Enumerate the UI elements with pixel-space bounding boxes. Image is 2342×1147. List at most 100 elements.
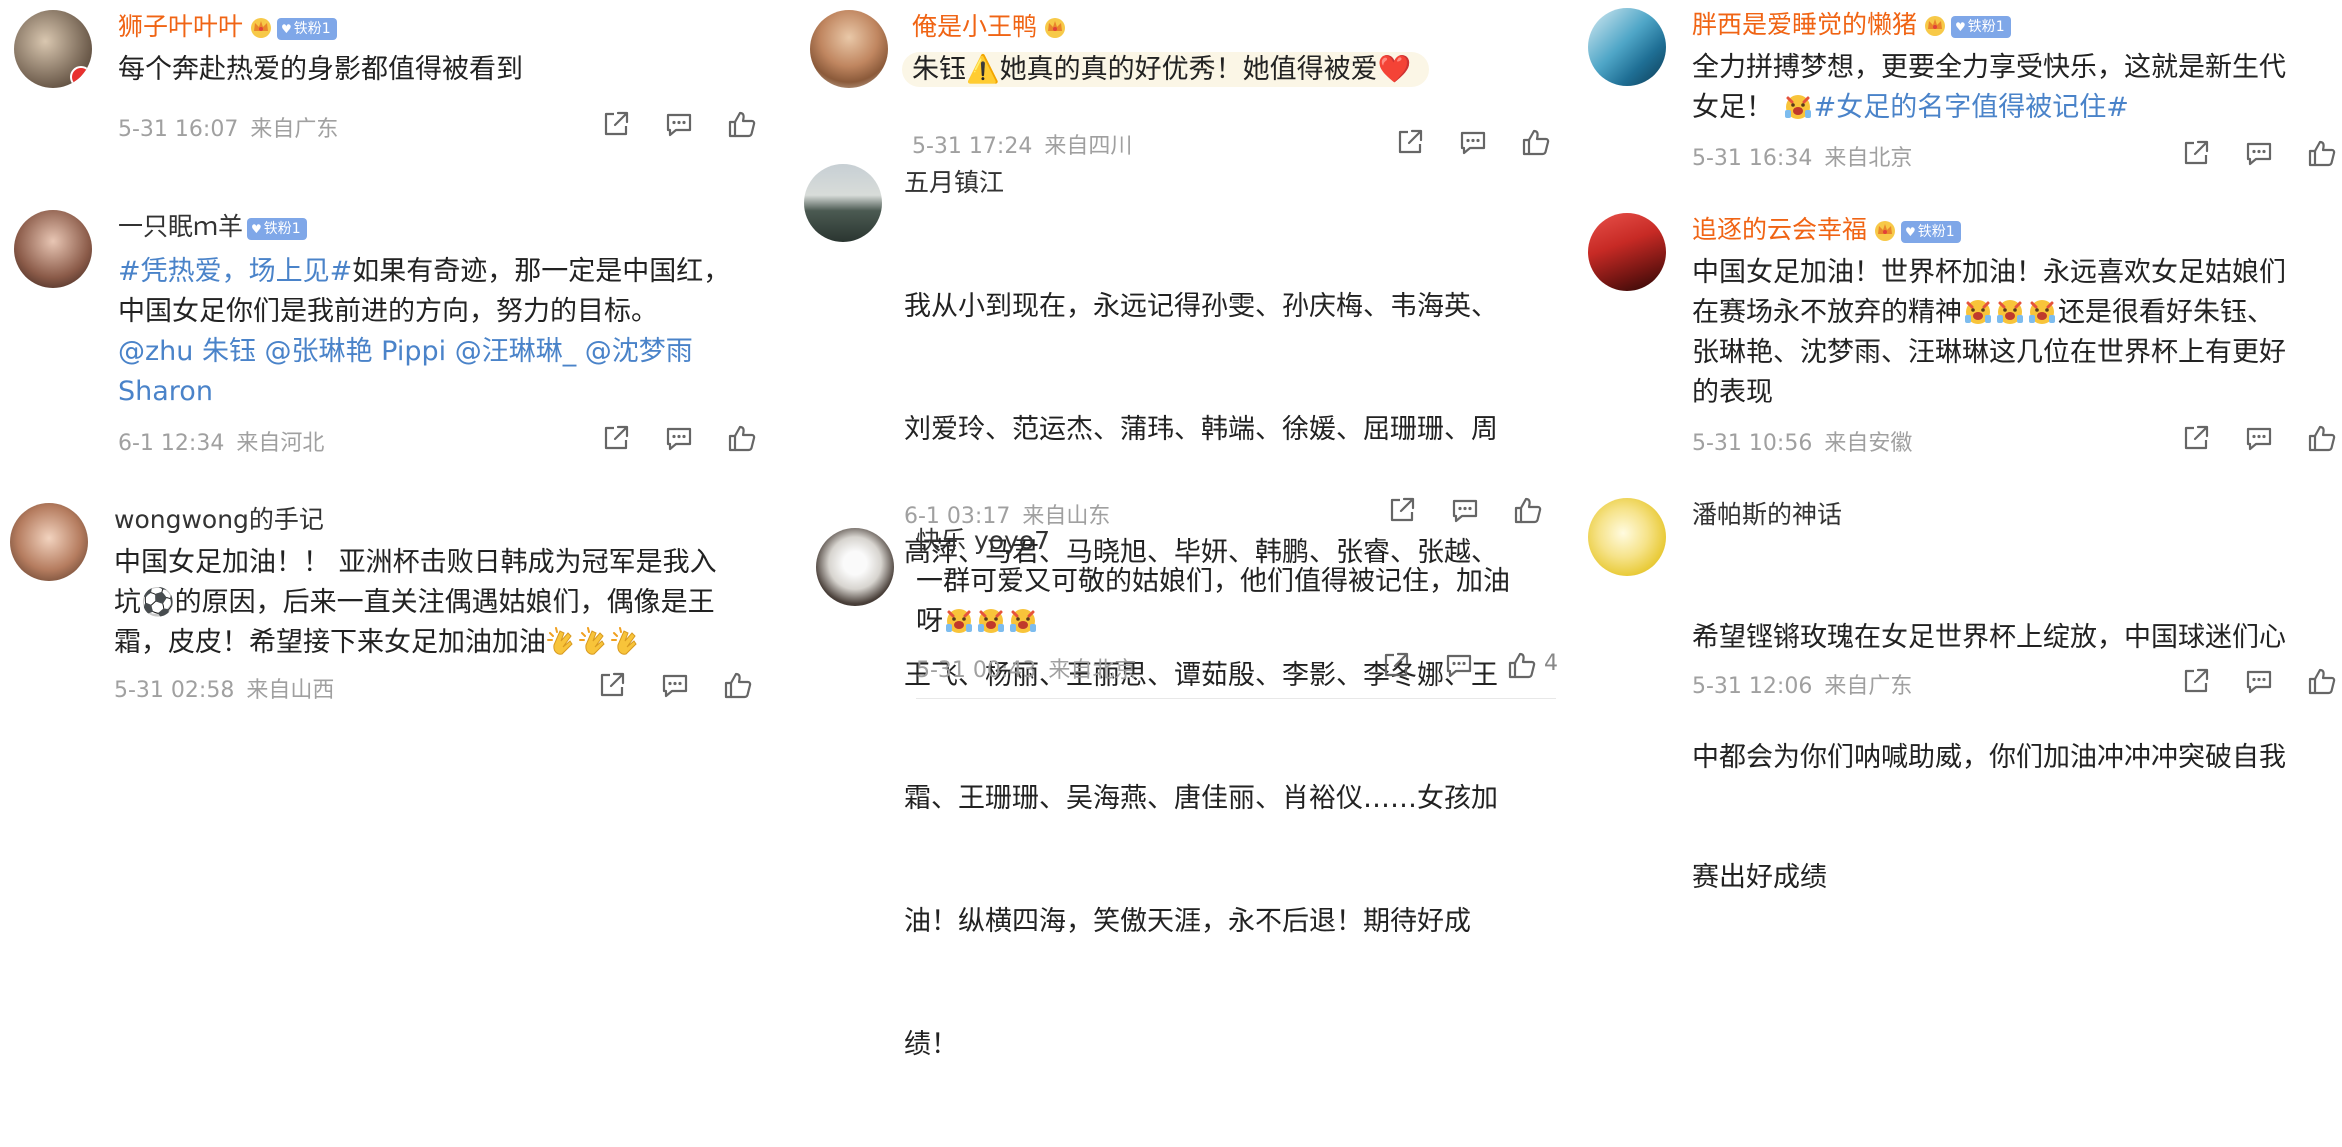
username-link[interactable]: 追逐的云会幸福 ♥ 铁粉1 [1692, 215, 1961, 245]
like-icon[interactable] [2306, 137, 2338, 169]
heart-icon: ♥ [281, 22, 292, 36]
username-link[interactable]: 一只眠ｍ羊 ♥ 铁粉1 [118, 212, 307, 242]
share-icon[interactable] [1380, 649, 1412, 681]
clap-emoji-icon [578, 625, 610, 657]
comment-item: 狮子叶叶叶 ♥ 铁粉1 每个奔赴热爱的身影都值得被看到 5-31 16:07 来自广东 [0, 0, 770, 150]
comment-text-line: 坑⚽的原因，后来一直关注偶遇姑娘们，偶像是王 [114, 587, 715, 618]
comment-text-line: 呀 [916, 602, 1039, 642]
cheer-emoji-icon [975, 604, 1007, 636]
comment-date: 5-31 16:07 [118, 117, 239, 142]
username-link[interactable]: 狮子叶叶叶 ♥ 铁粉1 [118, 12, 337, 42]
comment-actions [2180, 137, 2340, 171]
hashtag-link[interactable]: #女足的名字值得被记住# [1814, 92, 2129, 123]
comment-icon[interactable] [663, 108, 695, 140]
share-icon[interactable] [2180, 422, 2212, 454]
avatar[interactable] [1588, 498, 1666, 576]
cheer-emoji-icon [943, 604, 975, 636]
crown-icon [1923, 14, 1947, 36]
comment-text-segment: 女足！ [1692, 92, 1773, 123]
comment-icon[interactable] [2243, 137, 2275, 169]
comment-text-line: 赛出好成绩 [1692, 862, 1827, 893]
username-link[interactable]: wongwong的手记 [114, 505, 324, 535]
avatar[interactable] [804, 164, 882, 242]
like-icon[interactable] [2306, 422, 2338, 454]
avatar[interactable] [14, 10, 92, 88]
comment-meta: 5-31 16:34 来自北京 [1692, 140, 1912, 172]
like-icon[interactable] [1506, 649, 1538, 681]
comment-date: 6-1 12:34 [118, 431, 225, 456]
mentions-line[interactable]: @zhu 朱钰 @张琳艳 Pippi @汪琳琳_ @沈梦雨 [118, 332, 693, 372]
comment-actions [600, 108, 760, 142]
like-icon[interactable] [726, 422, 758, 454]
comment-location: 来自四川 [1044, 134, 1133, 159]
share-icon[interactable] [1394, 126, 1426, 158]
comment-text: 希望铿锵玫瑰在女足世界杯上绽放，中国球迷们心 中都会为你们呐喊助威，你们加油冲冲… [1692, 538, 2286, 978]
comment-meta: 5-31 02:58 来自山西 [114, 672, 334, 704]
comment-text-line: 中国女足你们是我前进的方向，努力的目标。 [118, 296, 658, 327]
comment-text: #凭热爱，场上见#如果有奇迹，那一定是中国红， [118, 252, 730, 292]
fan-badge: ♥ 铁粉1 [1901, 221, 1961, 243]
username-link[interactable]: 胖西是爱睡觉的懒猪 ♥ 铁粉1 [1692, 10, 2011, 40]
like-icon[interactable] [726, 108, 758, 140]
avatar[interactable] [1588, 213, 1666, 291]
like-icon[interactable] [2306, 665, 2338, 697]
username-link[interactable]: 俺是小王鸭 [912, 12, 1067, 42]
comment-date: 5-31 00:43 [916, 658, 1037, 683]
comment-icon[interactable] [2243, 665, 2275, 697]
comment-icon[interactable] [2243, 422, 2275, 454]
comment-text-line: 中国女足加油！世界杯加油！永远喜欢女足姑娘们 [1692, 257, 2286, 288]
comment-item: 快乐 yoyo7 一群可爱又可敬的姑娘们，他们值得被记住，加油 呀 5-31 0… [800, 522, 1560, 709]
username-text: 快乐 yoyo7 [916, 526, 1051, 555]
comment-location: 来自山西 [246, 678, 335, 703]
share-icon[interactable] [600, 422, 632, 454]
username-link[interactable]: 五月镇江 [904, 168, 1004, 198]
fan-badge: ♥ 铁粉1 [247, 218, 307, 240]
fan-badge: ♥ 铁粉1 [277, 18, 337, 40]
username-link[interactable]: 快乐 yoyo7 [916, 526, 1050, 556]
avatar[interactable] [14, 210, 92, 288]
fan-badge-label: 铁粉1 [1917, 224, 1955, 240]
comment-date: 5-31 10:56 [1692, 431, 1813, 456]
crown-icon [1043, 16, 1067, 38]
avatar[interactable] [810, 10, 888, 88]
comment-item: 潘帕斯的神话 希望铿锵玫瑰在女足世界杯上绽放，中国球迷们心 中都会为你们呐喊助威… [1580, 490, 2342, 893]
heart-icon: ♥ [1955, 20, 1966, 34]
comment-text-line: 刘爱玲、范运杰、蒲玮、韩端、徐媛、屈珊珊、周 [904, 414, 1498, 445]
share-icon[interactable] [2180, 665, 2212, 697]
fan-badge: ♥ 铁粉1 [1951, 16, 2011, 38]
hashtag-link[interactable]: #凭热爱，场上见# [118, 256, 352, 287]
avatar[interactable] [10, 503, 88, 581]
avatar[interactable] [816, 528, 894, 606]
comment-icon[interactable] [663, 422, 695, 454]
avatar[interactable] [1588, 8, 1666, 86]
mentions-line[interactable]: Sharon [118, 372, 213, 412]
share-icon[interactable] [2180, 137, 2212, 169]
username-text: 狮子叶叶叶 [118, 12, 244, 41]
like-icon[interactable] [722, 669, 754, 701]
comment-icon[interactable] [1443, 649, 1475, 681]
comment-location: 来自广东 [1824, 674, 1913, 699]
comment-actions [600, 422, 760, 456]
username-text: 潘帕斯的神话 [1692, 500, 1843, 529]
comment-text-line: 张琳艳、沈梦雨、汪琳琳这几位在世界杯上有更好 [1692, 337, 2286, 368]
share-icon[interactable] [596, 669, 628, 701]
like-icon[interactable] [1520, 126, 1552, 158]
username-link[interactable]: 潘帕斯的神话 [1692, 500, 1842, 530]
username-text: 一只眠ｍ羊 [118, 212, 244, 241]
comment-meta: 5-31 17:24 来自四川 [912, 128, 1132, 160]
comment-icon[interactable] [659, 669, 691, 701]
comment-icon[interactable] [1457, 126, 1489, 158]
cheer-emoji-icon [2026, 295, 2058, 327]
comment-actions [2180, 665, 2340, 699]
comment-location: 来自北京 [1048, 658, 1137, 683]
comment-actions: 4 [1380, 649, 1560, 683]
comment-text-line: 的表现 [1692, 377, 1773, 408]
clap-emoji-icon [610, 625, 642, 657]
crown-icon [249, 16, 273, 38]
like-count: 4 [1544, 651, 1558, 676]
share-icon[interactable] [600, 108, 632, 140]
comment-text-highlight: 朱钰⚠️她真的真的好优秀！她值得被爱❤️ [902, 52, 1430, 87]
comment-location: 来自安徽 [1824, 431, 1913, 456]
comment-meta: 5-31 16:07 来自广东 [118, 111, 338, 143]
cheer-emoji-icon [1994, 295, 2026, 327]
